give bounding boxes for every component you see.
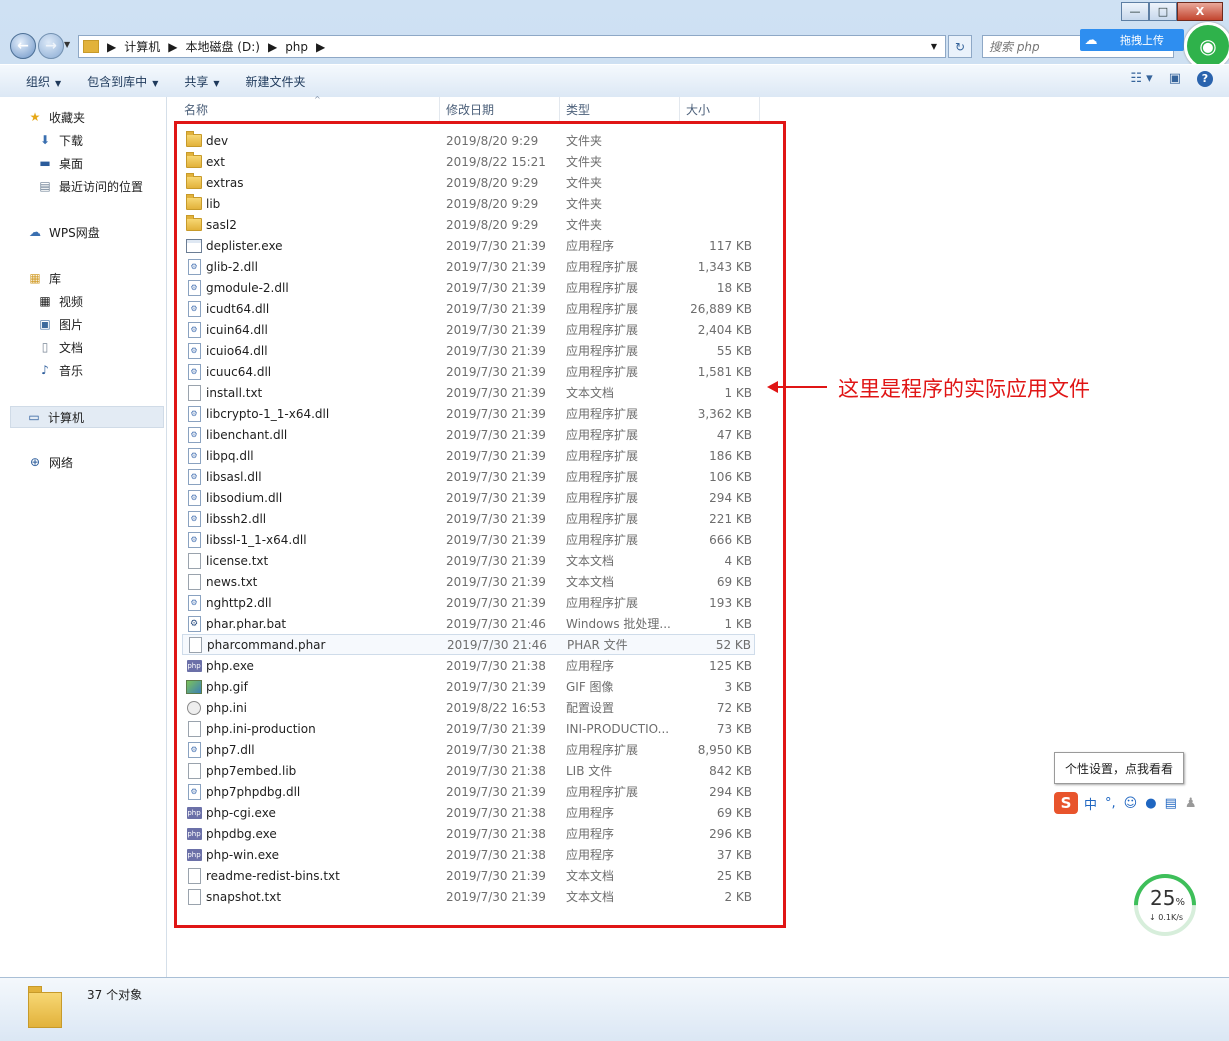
explorer-window: — □ X ← → ▼ ▶ 计算机 ▶ 本地磁盘 (D:) ▶ php ▶ ▼ … xyxy=(0,0,1229,1041)
ime-chinese-mode[interactable]: 中 xyxy=(1084,794,1097,813)
chevron-down-icon: ▼ xyxy=(152,78,159,88)
document-icon: ▯ xyxy=(41,340,49,354)
recent-places-icon: ▤ xyxy=(39,179,51,193)
user-icon[interactable]: ♟ xyxy=(1185,796,1197,811)
sogou-logo-icon[interactable]: S xyxy=(1054,792,1078,814)
forward-button[interactable]: → xyxy=(38,33,64,59)
close-button[interactable]: X xyxy=(1177,2,1223,21)
keyboard-icon[interactable]: ▤ xyxy=(1165,796,1177,811)
highlight-box xyxy=(174,121,786,928)
ime-punctuation[interactable]: °, xyxy=(1105,796,1116,811)
sidebar-item-wps[interactable]: ☁ WPS网盘 xyxy=(27,222,100,242)
history-dropdown-icon[interactable]: ▼ xyxy=(64,40,70,49)
chevron-right-icon: ▶ xyxy=(168,39,178,54)
sort-up-icon: ^ xyxy=(314,95,321,104)
network-icon: ⊕ xyxy=(29,455,41,469)
new-folder-button[interactable]: 新建文件夹 xyxy=(246,73,306,90)
view-options-icon[interactable]: ☷ ▾ xyxy=(1130,71,1152,87)
sidebar-item-recent[interactable]: ▤ 最近访问的位置 xyxy=(37,176,143,196)
view-controls: ☷ ▾ ▣ ? xyxy=(1130,71,1229,87)
cloud-icon: ☁ xyxy=(1084,32,1098,48)
command-toolbar: 组织 ▼ 包含到库中 ▼ 共享 ▼ 新建文件夹 ☷ ▾ ▣ ? xyxy=(0,64,1229,98)
chevron-down-icon: ▼ xyxy=(55,78,62,88)
network-speed-widget[interactable]: 25% ↓ 0.1K/s xyxy=(1121,861,1209,949)
sidebar-item-videos[interactable]: ▦ 视频 xyxy=(37,291,83,311)
include-in-library-menu[interactable]: 包含到库中 ▼ xyxy=(87,73,158,90)
column-header-type[interactable]: 类型 xyxy=(560,97,680,121)
sidebar-item-favorites[interactable]: ★ 收藏夹 xyxy=(27,107,85,127)
computer-icon: ▭ xyxy=(28,410,40,424)
folder-icon xyxy=(28,986,64,1028)
sidebar-item-downloads[interactable]: ⬇ 下载 xyxy=(37,130,83,150)
refresh-icon: ↻ xyxy=(954,39,966,54)
maximize-button[interactable]: □ xyxy=(1149,2,1177,21)
speed-percent: 25% xyxy=(1150,886,1185,910)
chevron-right-icon: ▶ xyxy=(316,39,326,54)
sidebar-item-music[interactable]: ♪ 音乐 xyxy=(37,360,83,380)
emoji-icon[interactable]: ☺ xyxy=(1124,796,1138,811)
column-header-size[interactable]: 大小 xyxy=(680,97,760,121)
ime-tooltip[interactable]: 个性设置，点我看看 xyxy=(1054,752,1184,784)
sidebar-item-desktop[interactable]: ▬ 桌面 xyxy=(37,153,83,173)
address-dropdown-icon[interactable]: ▼ xyxy=(931,42,937,51)
share-menu[interactable]: 共享 ▼ xyxy=(184,73,219,90)
sidebar-item-libraries[interactable]: ▦ 库 xyxy=(27,268,61,288)
ime-toolbar: S 中 °, ☺ ● ▤ ♟ xyxy=(1054,790,1229,816)
library-icon: ▦ xyxy=(29,271,41,285)
column-header-date[interactable]: 修改日期 xyxy=(440,97,560,121)
sidebar-item-computer[interactable]: ▭ 计算机 xyxy=(10,406,164,428)
navigation-pane: ★ 收藏夹 ⬇ 下载 ▬ 桌面 ▤ 最近访问的位置 ☁ WPS网盘 ▦ 库 ▦ 视频 ▣ 图片 … xyxy=(0,97,167,977)
picture-icon: ▣ xyxy=(39,317,51,331)
column-header-name[interactable]: 名称 ^ xyxy=(178,95,440,121)
arrow-left-icon: ← xyxy=(17,38,29,54)
star-icon: ★ xyxy=(29,110,41,124)
speed-rate: ↓ 0.1K/s xyxy=(1149,913,1184,922)
address-bar[interactable]: ▶ 计算机 ▶ 本地磁盘 (D:) ▶ php ▶ ▼ xyxy=(78,35,946,58)
upload-button[interactable]: ☁ 拖拽上传 xyxy=(1080,29,1184,51)
chevron-right-icon: ▶ xyxy=(107,39,117,54)
window-controls: — □ X xyxy=(1121,2,1223,21)
folder-icon xyxy=(83,40,99,53)
arrow-right-icon: → xyxy=(45,38,57,54)
sidebar-item-documents[interactable]: ▯ 文档 xyxy=(37,337,83,357)
status-bar: 37 个对象 xyxy=(0,977,1229,1041)
microphone-icon[interactable]: ● xyxy=(1145,796,1156,811)
desktop-icon: ▬ xyxy=(39,156,51,170)
cloud-icon: ☁ xyxy=(29,225,41,239)
back-button[interactable]: ← xyxy=(10,33,36,59)
chevron-right-icon: ▶ xyxy=(267,39,278,54)
organize-menu[interactable]: 组织 ▼ xyxy=(26,73,61,90)
breadcrumb-drive-d[interactable]: 本地磁盘 (D:) xyxy=(185,38,259,55)
preview-pane-icon[interactable]: ▣ xyxy=(1169,71,1181,87)
chevron-down-icon: ▼ xyxy=(213,78,220,88)
music-icon: ♪ xyxy=(41,363,49,377)
sidebar-item-network[interactable]: ⊕ 网络 xyxy=(27,452,73,472)
annotation-text: 这里是程序的实际应用文件 xyxy=(838,377,1090,401)
item-count: 37 个对象 xyxy=(87,988,143,1002)
refresh-button[interactable]: ↻ xyxy=(948,35,972,58)
breadcrumb-computer[interactable]: 计算机 xyxy=(124,38,160,55)
download-folder-icon: ⬇ xyxy=(39,133,51,147)
navigation-bar: ← → ▼ ▶ 计算机 ▶ 本地磁盘 (D:) ▶ php ▶ ▼ ↻ xyxy=(0,30,1229,62)
search-input[interactable] xyxy=(987,36,1081,57)
sidebar-item-pictures[interactable]: ▣ 图片 xyxy=(37,314,83,334)
upload-label: 拖拽上传 xyxy=(1120,34,1164,47)
arrow-left-icon xyxy=(767,381,827,393)
minimize-button[interactable]: — xyxy=(1121,2,1149,21)
breadcrumb-php[interactable]: php xyxy=(285,40,308,54)
help-icon[interactable]: ? xyxy=(1197,71,1213,87)
wifi-icon[interactable]: ◉ xyxy=(1184,22,1229,70)
video-icon: ▦ xyxy=(39,294,51,308)
